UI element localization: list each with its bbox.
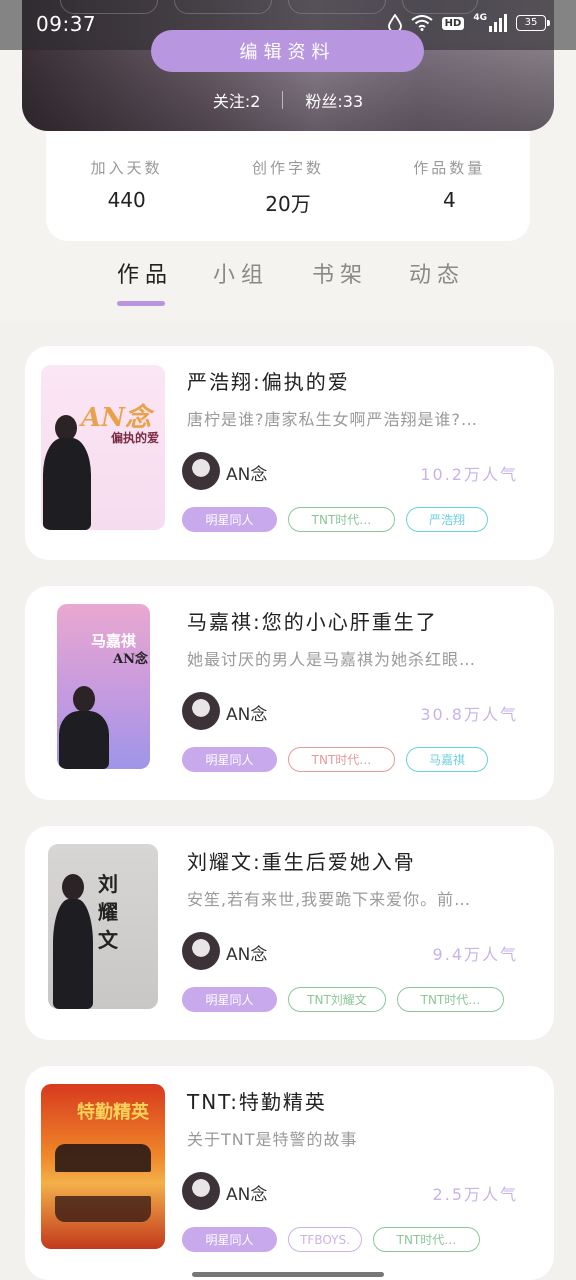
stat-label: 加入天数 bbox=[90, 159, 163, 177]
cover-subtitle: 偏执的爱 bbox=[111, 431, 160, 445]
status-icons: HD 4G 35 bbox=[387, 14, 550, 32]
work-description: 关于TNT是特警的故事 bbox=[187, 1130, 358, 1149]
author-name[interactable]: AN念 bbox=[226, 460, 267, 485]
followers-count[interactable]: 粉丝:33 bbox=[305, 88, 363, 112]
cover-title: 刘耀文 bbox=[98, 872, 118, 952]
tag[interactable]: 明星同人 bbox=[182, 987, 277, 1012]
tag[interactable]: TNT时代… bbox=[288, 747, 395, 772]
work-description: 安笙,若有来世,我要跪下来爱你。前… bbox=[187, 890, 472, 909]
tab-works[interactable]: 作品 bbox=[117, 257, 173, 289]
tag[interactable]: TNT时代… bbox=[373, 1227, 480, 1252]
cover-title: 特勤精英 bbox=[77, 1102, 149, 1123]
cover-reflection bbox=[55, 1196, 151, 1222]
tag-row: 明星同人 TNT刘耀文 TNT时代… bbox=[182, 987, 504, 1012]
work-title[interactable]: 马嘉祺:您的小心肝重生了 bbox=[187, 606, 438, 635]
cover-person bbox=[59, 711, 109, 769]
author-name[interactable]: AN念 bbox=[226, 1180, 267, 1205]
author-avatar[interactable] bbox=[182, 932, 220, 970]
stat-label: 创作字数 bbox=[251, 159, 324, 177]
status-time: 09:37 bbox=[36, 12, 97, 36]
author-name[interactable]: AN念 bbox=[226, 700, 267, 725]
popularity-count: 30.8万人气 bbox=[420, 705, 518, 724]
work-title[interactable]: TNT:特勤精英 bbox=[187, 1086, 327, 1115]
wifi-icon bbox=[411, 15, 433, 31]
hd-icon: HD bbox=[441, 16, 465, 30]
work-description: 她最讨厌的男人是马嘉祺为她杀红眼… bbox=[187, 650, 477, 669]
stat-days-joined: 加入天数 440 bbox=[57, 157, 197, 212]
tag[interactable]: 明星同人 bbox=[182, 507, 277, 532]
tag[interactable]: TNT时代… bbox=[288, 507, 395, 532]
work-cover[interactable]: 刘耀文 bbox=[48, 844, 158, 1009]
stat-value: 440 bbox=[107, 188, 146, 212]
work-card[interactable]: AN念 偏执的爱 严浩翔:偏执的爱 唐柠是谁?唐家私生女啊严浩翔是谁?… AN念… bbox=[25, 346, 554, 560]
cover-subtitle: AN念 bbox=[113, 652, 148, 667]
profile-tabs: 作品 小组 书架 动态 bbox=[0, 255, 576, 321]
author-name[interactable]: AN念 bbox=[226, 940, 267, 965]
following-count[interactable]: 关注:2 bbox=[213, 88, 261, 112]
tag[interactable]: 严浩翔 bbox=[406, 507, 488, 532]
tag[interactable]: TNT时代… bbox=[397, 987, 504, 1012]
follow-stats: 关注:2 粉丝:33 bbox=[22, 88, 554, 112]
follow-divider bbox=[282, 91, 284, 109]
tab-groups[interactable]: 小组 bbox=[213, 257, 269, 289]
tag[interactable]: 明星同人 bbox=[182, 747, 277, 772]
work-title[interactable]: 严浩翔:偏执的爱 bbox=[187, 366, 350, 395]
cover-person-head bbox=[73, 686, 95, 712]
stat-words-written: 创作字数 20万 bbox=[218, 157, 358, 217]
popularity-count: 9.4万人气 bbox=[432, 945, 518, 964]
tag[interactable]: TNT刘耀文 bbox=[288, 987, 386, 1012]
4g-signal-icon: 4G bbox=[473, 14, 507, 32]
active-tab-indicator bbox=[117, 301, 165, 306]
work-card[interactable]: 特勤精英 TNT:特勤精英 关于TNT是特警的故事 AN念 2.5万人气 明星同… bbox=[25, 1066, 554, 1280]
stat-value: 4 bbox=[442, 188, 456, 212]
cover-person-head bbox=[62, 874, 84, 900]
tag-row: 明星同人 TFBOYS. TNT时代… bbox=[182, 1227, 480, 1252]
author-avatar[interactable] bbox=[182, 452, 220, 490]
edit-profile-button[interactable]: 编辑资料 bbox=[151, 30, 424, 72]
popularity-count: 10.2万人气 bbox=[420, 465, 518, 484]
tab-activity[interactable]: 动态 bbox=[409, 257, 465, 289]
author-avatar[interactable] bbox=[182, 692, 220, 730]
work-card[interactable]: 刘耀文 刘耀文:重生后爱她入骨 安笙,若有来世,我要跪下来爱你。前… AN念 9… bbox=[25, 826, 554, 1040]
network-type-label: 4G bbox=[473, 13, 487, 23]
stat-label: 作品数量 bbox=[413, 159, 486, 177]
author-avatar[interactable] bbox=[182, 1172, 220, 1210]
popularity-count: 2.5万人气 bbox=[432, 1185, 518, 1204]
cover-silhouettes bbox=[55, 1144, 151, 1172]
work-title[interactable]: 刘耀文:重生后爱她入骨 bbox=[187, 846, 416, 875]
work-card[interactable]: 马嘉祺 AN念 马嘉祺:您的小心肝重生了 她最讨厌的男人是马嘉祺为她杀红眼… A… bbox=[25, 586, 554, 800]
tag[interactable]: TFBOYS. bbox=[288, 1227, 362, 1252]
work-cover[interactable]: AN念 偏执的爱 bbox=[41, 365, 165, 530]
stat-works-count: 作品数量 4 bbox=[379, 157, 519, 212]
work-cover[interactable]: 特勤精英 bbox=[41, 1084, 165, 1249]
cover-person bbox=[43, 438, 91, 530]
tag[interactable]: 明星同人 bbox=[182, 1227, 277, 1252]
battery-icon: 35 bbox=[516, 15, 550, 31]
work-cover[interactable]: 马嘉祺 AN念 bbox=[57, 604, 150, 769]
stat-value: 20万 bbox=[265, 192, 311, 216]
tab-bookshelf[interactable]: 书架 bbox=[312, 257, 368, 289]
author-stats-card: 加入天数 440 创作字数 20万 作品数量 4 bbox=[46, 131, 530, 241]
tag-row: 明星同人 TNT时代… 马嘉祺 bbox=[182, 747, 488, 772]
tag-row: 明星同人 TNT时代… 严浩翔 bbox=[182, 507, 488, 532]
tag[interactable]: 马嘉祺 bbox=[406, 747, 488, 772]
cover-person bbox=[53, 899, 93, 1009]
home-indicator[interactable] bbox=[192, 1272, 384, 1277]
work-description: 唐柠是谁?唐家私生女啊严浩翔是谁?… bbox=[187, 410, 478, 429]
